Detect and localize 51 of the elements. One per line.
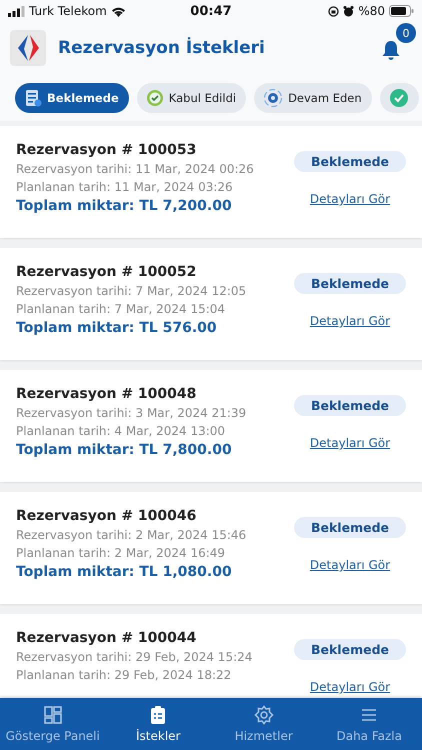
planned-date: Planlanan tarih: 29 Feb, 2024 18:22	[16, 668, 232, 682]
planned-date: Planlanan tarih: 7 Mar, 2024 15:04	[16, 302, 226, 316]
app-logo	[10, 30, 46, 66]
status-badge: Beklemede	[294, 517, 406, 538]
reservation-number: Rezervasyon # 100046	[16, 508, 198, 524]
tab-bar-item[interactable]: Gösterge Paneli	[0, 698, 106, 750]
planned-date: Planlanan tarih: 4 Mar, 2024 13:00	[16, 424, 226, 438]
status-badge: Beklemede	[294, 395, 406, 416]
details-link[interactable]: Detayları Gör	[310, 314, 390, 328]
reservation-number: Rezervasyon # 100044	[16, 630, 198, 646]
planned-date: Planlanan tarih: 11 Mar, 2024 03:26	[16, 180, 234, 194]
total-amount: Toplam miktar: TL 7,200.00	[16, 198, 233, 214]
status-badge: Beklemede	[294, 151, 406, 172]
tab-bar-item[interactable]: Daha Fazla	[316, 698, 422, 750]
reservation-date: Rezervasyon tarihi: 11 Mar, 2024 00:26	[16, 162, 254, 176]
notification-count-badge: 0	[396, 23, 416, 43]
reservation-date: Rezervasyon tarihi: 3 Mar, 2024 21:39	[16, 406, 246, 420]
status-badge: Beklemede	[294, 273, 406, 294]
reservation-number: Rezervasyon # 100048	[16, 386, 198, 402]
notification-bell-icon[interactable]	[380, 39, 402, 61]
signal-icon	[8, 6, 25, 16]
clock: 00:47	[190, 4, 232, 18]
dashboard-icon	[42, 705, 63, 725]
reservation-number: Rezervasyon # 100053	[16, 142, 198, 158]
status-badge: Beklemede	[294, 639, 406, 660]
details-link[interactable]: Detayları Gör	[310, 680, 390, 694]
filter-chip[interactable]: Devam Eden	[254, 83, 372, 113]
check-badge-icon	[146, 89, 164, 107]
tab-bar-item[interactable]: Hizmetler	[211, 698, 316, 750]
battery-percent: %80	[358, 4, 385, 18]
filter-chip[interactable]: Beklemede	[15, 83, 129, 113]
tab-bar-item[interactable]: İstekler	[106, 698, 211, 750]
battery-icon	[388, 5, 414, 17]
details-link[interactable]: Detayları Gör	[310, 558, 390, 572]
total-amount: Toplam miktar: TL 576.00	[16, 320, 218, 336]
planned-date: Planlanan tarih: 2 Mar, 2024 16:49	[16, 546, 226, 560]
checklist-icon	[24, 89, 42, 107]
reservation-date: Rezervasyon tarihi: 2 Mar, 2024 15:46	[16, 528, 246, 542]
rotation-lock-icon	[328, 6, 340, 16]
check-circle-icon	[388, 88, 409, 108]
total-amount: Toplam miktar: TL 7,800.00	[16, 442, 233, 458]
carrier-name: Turk Telekom	[29, 4, 107, 18]
reservation-date: Rezervasyon tarihi: 29 Feb, 2024 15:24	[16, 650, 252, 664]
reservation-date: Rezervasyon tarihi: 7 Mar, 2024 12:05	[16, 284, 246, 298]
wifi-icon	[110, 6, 126, 16]
reservation-number: Rezervasyon # 100052	[16, 264, 198, 280]
details-link[interactable]: Detayları Gör	[310, 436, 390, 450]
details-link[interactable]: Detayları Gör	[310, 192, 390, 206]
page-title: Rezervasyon İstekleri	[58, 38, 266, 58]
total-amount: Toplam miktar: TL 1,080.00	[16, 564, 233, 580]
filter-chip[interactable]: Kabul Edildi	[136, 83, 246, 113]
